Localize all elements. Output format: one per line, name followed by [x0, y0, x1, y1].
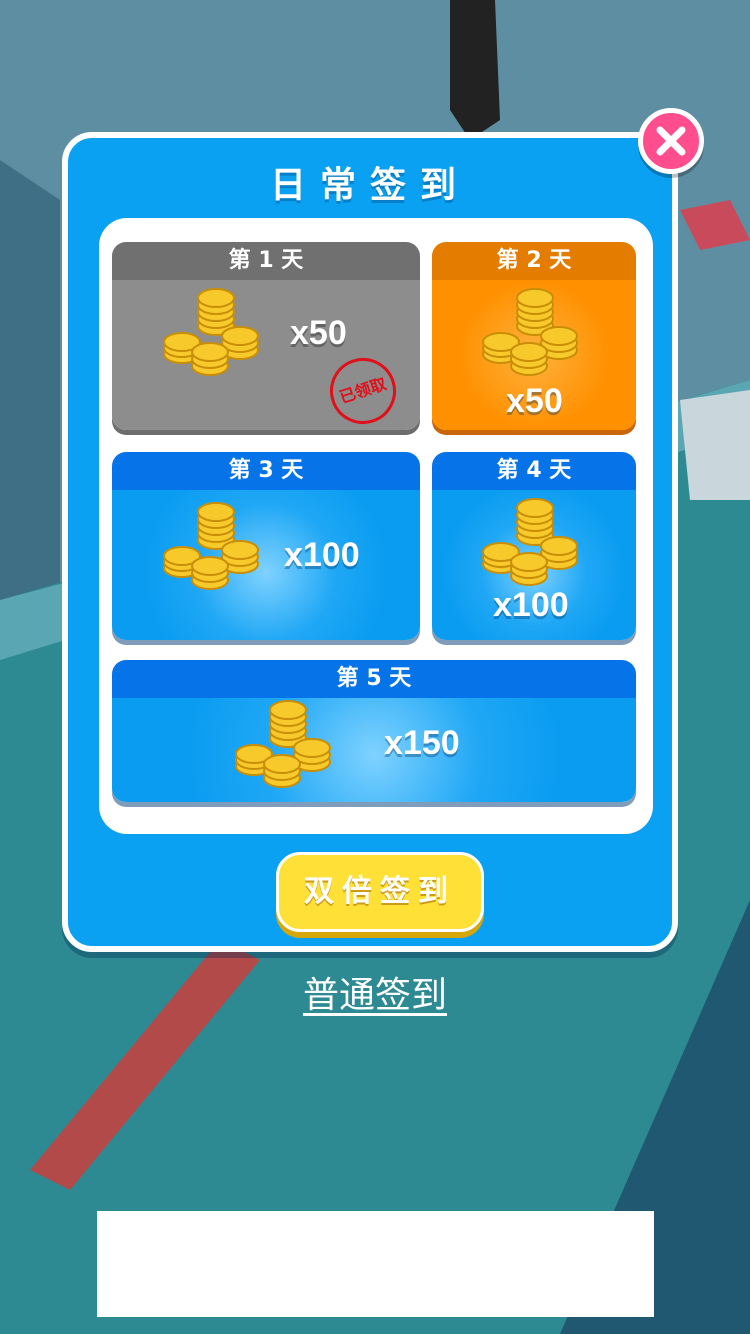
day-1-label: 第 1 天: [112, 242, 420, 280]
claimed-stamp: 已领取: [321, 349, 405, 430]
reward-panel: 第 1 天 x50 已领取 第 2 天 x50 第 3 天 x100 第 4 天…: [99, 218, 653, 834]
day-4-amount: x100: [493, 586, 569, 624]
close-button[interactable]: [638, 108, 704, 174]
double-signin-button[interactable]: 双倍签到: [276, 852, 484, 932]
day-2-amount: x50: [506, 382, 563, 420]
coin-stack-icon: [482, 288, 578, 376]
day-5-label: 第 5 天: [112, 660, 636, 698]
day-5-amount: x150: [384, 724, 460, 762]
day-4-label: 第 4 天: [432, 452, 636, 490]
coin-stack-icon: [482, 498, 578, 586]
ad-banner-placeholder: [97, 1211, 654, 1317]
dialog-title: 日常签到: [269, 165, 470, 206]
day-2-label: 第 2 天: [432, 242, 636, 280]
day-5-card: 第 5 天 x150: [112, 660, 636, 802]
day-2-card[interactable]: 第 2 天 x50: [432, 242, 636, 430]
day-3-card: 第 3 天 x100: [112, 452, 420, 640]
day-3-amount: x100: [284, 536, 360, 574]
daily-signin-dialog: 日常签到 第 1 天 x50 已领取 第 2 天 x50 第 3 天 x100 …: [62, 132, 678, 952]
close-icon: [656, 126, 686, 156]
day-1-amount: x50: [290, 314, 347, 352]
coin-stack-icon: [163, 288, 259, 376]
day-3-label: 第 3 天: [112, 452, 420, 490]
coin-stack-icon: [163, 502, 259, 590]
day-1-card: 第 1 天 x50 已领取: [112, 242, 420, 430]
day-4-card: 第 4 天 x100: [432, 452, 636, 640]
normal-signin-link[interactable]: 普通签到: [0, 966, 750, 1018]
coin-stack-icon: [235, 700, 331, 788]
